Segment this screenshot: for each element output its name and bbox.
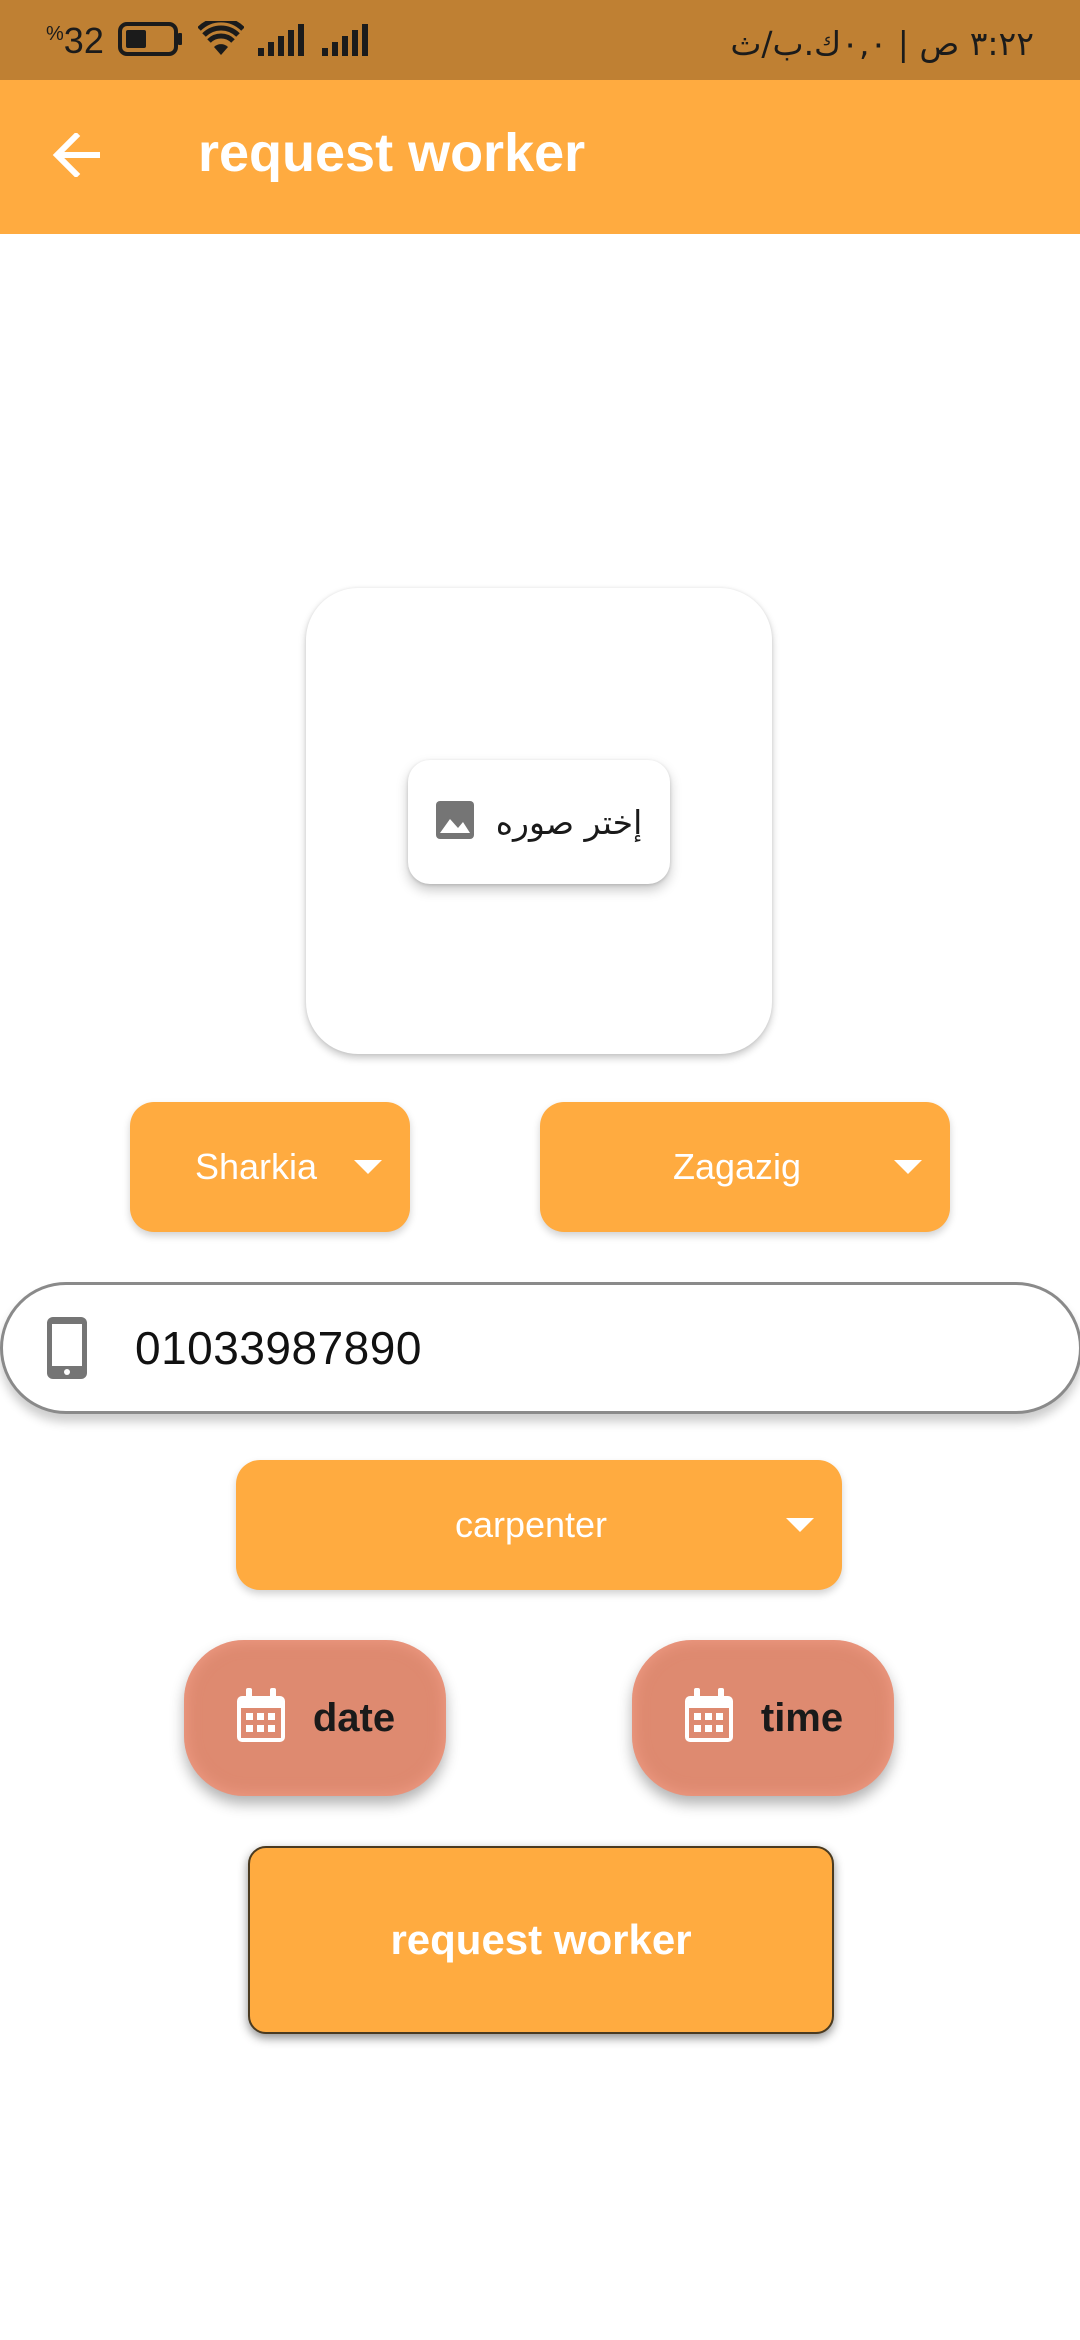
battery-icon (117, 21, 184, 61)
signal-icon (257, 22, 308, 61)
caret-down-icon (354, 1160, 382, 1174)
governorate-value: Sharkia (194, 1146, 318, 1187)
profession-value: carpenter (454, 1504, 608, 1545)
status-bar: %32 ٣:٢٢ ص | ٠,٠ك.ب/ث (0, 0, 1080, 80)
pick-image-label: إختر صوره (495, 802, 643, 842)
city-dropdown[interactable]: Zagazig (540, 1102, 950, 1232)
request-worker-label: request worker (390, 1916, 692, 1963)
page-title: request worker (198, 123, 586, 183)
profession-dropdown[interactable]: carpenter (236, 1460, 842, 1590)
request-worker-button[interactable]: request worker (248, 1846, 834, 2034)
percent-sign: % (46, 23, 64, 45)
phone-icon (47, 1317, 87, 1379)
time-button[interactable]: time (632, 1640, 894, 1796)
caret-down-icon (894, 1160, 922, 1174)
time-label: time (760, 1695, 844, 1740)
back-button[interactable] (44, 124, 110, 190)
calendar-icon (235, 1687, 287, 1749)
date-label: date (312, 1695, 396, 1740)
image-preview-card: إختر صوره (306, 588, 772, 1054)
battery-percentage: %32 (46, 20, 104, 62)
phone-value: 01033987890 (135, 1322, 422, 1374)
status-bar-time: ٣:٢٢ ص | ٠,٠ك.ب/ث (730, 24, 1034, 63)
phone-input[interactable]: 01033987890 (0, 1282, 1080, 1414)
status-bar-left: %32 (46, 16, 372, 64)
city-value: Zagazig (672, 1146, 802, 1187)
arrow-back-icon (52, 131, 102, 182)
date-button[interactable]: date (184, 1640, 446, 1796)
pick-image-button[interactable]: إختر صوره (408, 760, 670, 884)
image-icon (435, 800, 474, 844)
signal-icon (321, 22, 372, 61)
caret-down-icon (786, 1518, 814, 1532)
battery-level: 32 (63, 20, 104, 61)
wifi-icon (197, 16, 245, 62)
calendar-icon (683, 1687, 735, 1749)
app-bar: request worker (0, 80, 1080, 234)
governorate-dropdown[interactable]: Sharkia (130, 1102, 410, 1232)
